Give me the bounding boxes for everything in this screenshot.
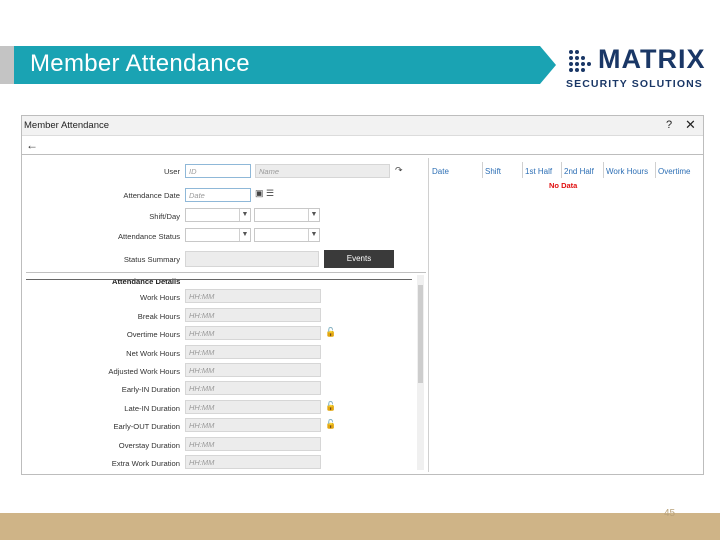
logo-dots-icon bbox=[569, 50, 591, 72]
attendance-date-input[interactable]: Date bbox=[185, 188, 251, 202]
column-header-first-half[interactable]: 1st Half bbox=[525, 167, 552, 176]
help-button[interactable]: ? bbox=[666, 119, 672, 131]
lock-icon[interactable]: 🔓 bbox=[325, 401, 336, 412]
chevron-down-icon: ▼ bbox=[239, 209, 250, 221]
work-hours-label: Work Hours bbox=[140, 293, 180, 302]
section-separator bbox=[26, 272, 426, 273]
slide-title: Member Attendance bbox=[30, 50, 250, 77]
work-hours-field[interactable]: HH:MM bbox=[185, 289, 321, 303]
window-title: Member Attendance bbox=[24, 120, 110, 131]
column-header-second-half[interactable]: 2nd Half bbox=[564, 167, 594, 176]
attendance-status-label: Attendance Status bbox=[117, 232, 180, 241]
chevron-down-icon: ▼ bbox=[308, 229, 319, 241]
events-button[interactable]: Events bbox=[324, 250, 394, 268]
user-id-input[interactable]: ID bbox=[185, 164, 251, 178]
overstay-duration-field[interactable]: HH:MM bbox=[185, 437, 321, 451]
slide-footer-bar bbox=[0, 513, 720, 540]
window-titlebar: Member Attendance ? ✕ bbox=[22, 116, 703, 136]
extra-work-duration-field[interactable]: HH:MM bbox=[185, 455, 321, 469]
column-separator bbox=[603, 162, 604, 178]
member-attendance-window: Member Attendance ? ✕ ← User ID Name ↷ A… bbox=[21, 115, 704, 475]
column-separator bbox=[561, 162, 562, 178]
early-out-duration-field[interactable]: HH:MM bbox=[185, 418, 321, 432]
status-select-1[interactable]: ▼ bbox=[185, 228, 251, 242]
logo-wordmark: MATRIX bbox=[598, 44, 706, 74]
chevron-down-icon: ▼ bbox=[239, 229, 250, 241]
status-select-2[interactable]: ▼ bbox=[254, 228, 320, 242]
adjusted-work-hours-label: Adjusted Work Hours bbox=[108, 367, 180, 376]
early-in-duration-field[interactable]: HH:MM bbox=[185, 381, 321, 395]
extra-work-duration-label: Extra Work Duration bbox=[111, 459, 180, 468]
break-hours-label: Break Hours bbox=[137, 312, 180, 321]
column-header-shift[interactable]: Shift bbox=[485, 167, 501, 176]
early-out-duration-label: Early-OUT Duration bbox=[113, 422, 180, 431]
user-label: User bbox=[163, 167, 180, 176]
page-number: 45 bbox=[664, 508, 676, 519]
logo-tagline: SECURITY SOLUTIONS bbox=[566, 78, 703, 90]
user-name-input[interactable]: Name bbox=[255, 164, 390, 178]
column-separator bbox=[522, 162, 523, 178]
details-heading-rule bbox=[26, 279, 412, 280]
details-scrollbar[interactable] bbox=[417, 275, 424, 470]
lock-icon[interactable]: 🔓 bbox=[325, 419, 336, 430]
shift-select[interactable]: ▼ bbox=[185, 208, 251, 222]
attendance-date-label: Attendance Date bbox=[123, 191, 180, 200]
overtime-hours-field[interactable]: HH:MM bbox=[185, 326, 321, 340]
column-separator bbox=[655, 162, 656, 178]
back-arrow-icon[interactable]: ← bbox=[26, 138, 38, 152]
column-header-overtime[interactable]: Overtime bbox=[658, 167, 690, 176]
early-in-duration-label: Early-IN Duration bbox=[121, 385, 180, 394]
calendar-icon[interactable]: ▣ bbox=[255, 188, 264, 199]
user-search-icon[interactable]: ↷ bbox=[395, 165, 403, 176]
shift-day-label: Shift/Day bbox=[149, 212, 180, 221]
close-button[interactable]: ✕ bbox=[685, 117, 696, 133]
overtime-hours-label: Overtime Hours bbox=[126, 330, 180, 339]
column-header-work-hours[interactable]: Work Hours bbox=[606, 167, 648, 176]
lock-icon[interactable]: 🔓 bbox=[325, 327, 336, 338]
break-hours-field[interactable]: HH:MM bbox=[185, 308, 321, 322]
late-in-duration-label: Late-IN Duration bbox=[124, 404, 180, 413]
day-select[interactable]: ▼ bbox=[254, 208, 320, 222]
no-data-message: No Data bbox=[549, 181, 578, 190]
pane-divider bbox=[428, 158, 429, 472]
status-summary-field bbox=[185, 251, 319, 267]
status-summary-label: Status Summary bbox=[123, 255, 180, 264]
net-work-hours-label: Net Work Hours bbox=[126, 349, 180, 358]
column-separator bbox=[482, 162, 483, 178]
matrix-logo: MATRIX SECURITY SOLUTIONS bbox=[566, 44, 705, 92]
net-work-hours-field[interactable]: HH:MM bbox=[185, 345, 321, 359]
scrollbar-thumb[interactable] bbox=[418, 285, 423, 383]
slide-title-banner: Member Attendance bbox=[0, 46, 556, 84]
late-in-duration-field[interactable]: HH:MM bbox=[185, 400, 321, 414]
chevron-down-icon: ▼ bbox=[308, 209, 319, 221]
column-header-date[interactable]: Date bbox=[432, 167, 449, 176]
overstay-duration-label: Overstay Duration bbox=[118, 441, 180, 450]
toolbar-divider bbox=[22, 154, 703, 155]
adjusted-work-hours-field[interactable]: HH:MM bbox=[185, 363, 321, 377]
list-icon[interactable]: ☰ bbox=[266, 188, 274, 199]
